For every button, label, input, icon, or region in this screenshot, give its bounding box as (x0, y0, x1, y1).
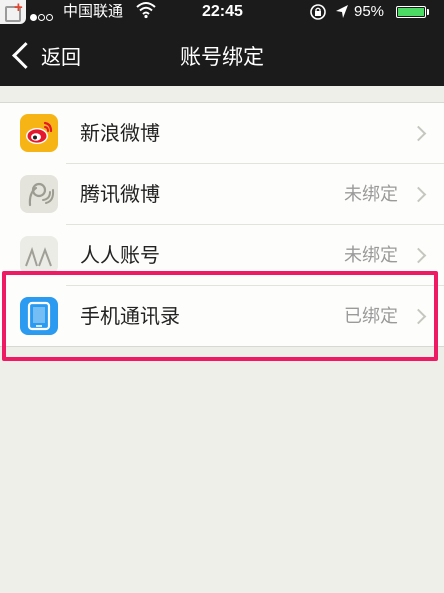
list-item-sina-weibo[interactable]: 新浪微博 (0, 103, 444, 164)
item-status: 未绑定 (344, 184, 398, 205)
item-status: 已绑定 (344, 306, 398, 327)
status-time: 22:45 (202, 3, 243, 20)
carrier-name: 中国联通 (63, 3, 124, 20)
sina-weibo-icon (20, 114, 58, 152)
page-title: 账号绑定 (180, 45, 264, 69)
status-bar: + 中国联通 22:45 95% (0, 0, 444, 24)
list-item-tencent-weibo[interactable]: 腾讯微博 未绑定 (0, 164, 444, 225)
battery-percentage: 95% (354, 3, 385, 20)
list-item-phone-contacts[interactable]: 手机通讯录 已绑定 (0, 286, 444, 347)
rotation-lock-icon (309, 3, 327, 26)
phone-contacts-icon (20, 297, 58, 335)
item-label: 腾讯微博 (80, 182, 160, 206)
renren-icon (20, 236, 58, 274)
list-item-renren[interactable]: 人人账号 未绑定 (0, 225, 444, 286)
battery-tip (427, 9, 429, 15)
divider (0, 346, 444, 347)
item-label: 手机通讯录 (80, 304, 180, 328)
chevron-right-icon (410, 247, 427, 264)
battery-icon (396, 6, 426, 18)
item-status: 未绑定 (344, 245, 398, 266)
chevron-right-icon (410, 186, 427, 203)
app-plus-icon: + (0, 0, 26, 24)
chevron-right-icon (410, 308, 427, 325)
chevron-right-icon (410, 125, 427, 142)
item-label: 人人账号 (80, 243, 160, 267)
navigation-bar: 返回 账号绑定 (0, 24, 444, 86)
wifi-icon (136, 1, 156, 24)
item-label: 新浪微博 (80, 121, 160, 145)
location-arrow-icon (334, 3, 350, 26)
account-binding-list: 新浪微博 腾讯微博 未绑定 人人账号 未绑定 手机通讯录 已绑定 (0, 102, 444, 347)
tencent-weibo-icon (20, 175, 58, 213)
